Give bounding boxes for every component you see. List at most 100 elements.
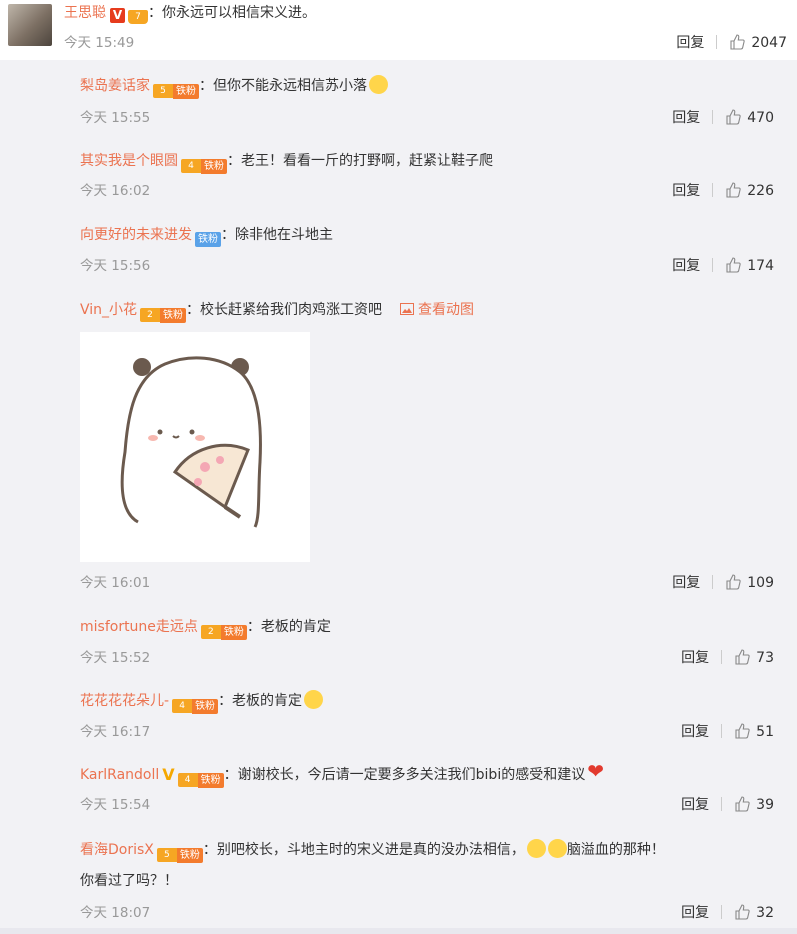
like-button[interactable]: 109 xyxy=(725,574,774,591)
like-button[interactable]: 2047 xyxy=(729,34,787,51)
reply-list: 梨岛姜话家 5 铁粉 ：但你不能永远相信苏小落 今天 15:55 回复 470 其实我是… xyxy=(60,60,797,934)
reply-text: ：别吧校长，斗地主时的宋义进是真的没办法相信， xyxy=(202,842,525,858)
reply-button[interactable]: 回复 xyxy=(681,650,709,666)
divider xyxy=(721,724,723,738)
fan-label: 铁粉 xyxy=(201,158,227,174)
comment-actions: 回复 2047 xyxy=(676,33,787,53)
fan-label: 铁粉 xyxy=(173,83,199,99)
reply-button[interactable]: 回复 xyxy=(681,905,709,921)
crown-icon: 4 xyxy=(181,159,201,173)
reply-text: ：老板的肯定 xyxy=(246,619,331,635)
crown-icon: 2 xyxy=(200,625,221,639)
reply-button[interactable]: 回复 xyxy=(672,258,700,274)
fan-label: 铁粉 xyxy=(192,698,219,714)
divider xyxy=(712,258,714,272)
reply-line: 花花花花朵儿- 4 铁粉 ：老板的肯定 xyxy=(80,690,324,714)
main-comment-line: 王思聪 V 7 ：你永远可以相信宋义进。 xyxy=(64,3,316,24)
fan-badge: 4 铁粉 xyxy=(177,772,224,788)
image-icon xyxy=(400,303,415,315)
like-button[interactable]: 39 xyxy=(734,796,774,813)
thumbs-up-icon xyxy=(735,796,750,812)
bottom-divider xyxy=(0,928,797,934)
thumbs-up-icon xyxy=(726,574,741,590)
like-count: 73 xyxy=(756,650,774,666)
username[interactable]: 看海DorisX xyxy=(80,842,154,858)
divider xyxy=(721,650,723,664)
reply-text: ：老王！看看一斤的打野啊，赶紧让鞋子爬 xyxy=(227,153,493,169)
timestamp: 今天 15:55 xyxy=(80,110,151,126)
username[interactable]: misfortune走远点 xyxy=(80,619,198,635)
gif-image[interactable] xyxy=(80,332,310,562)
timestamp: 今天 16:17 xyxy=(80,724,151,740)
reply-line: misfortune走远点 2 铁粉 ：老板的肯定 xyxy=(80,617,331,640)
reply-text-line2: 你看过了吗？！ xyxy=(80,873,178,889)
fan-badge: 5 铁粉 xyxy=(156,847,203,863)
reply-button[interactable]: 回复 xyxy=(681,797,709,813)
thumbs-up-icon xyxy=(726,257,741,273)
sweat-smile-icon xyxy=(526,839,546,858)
like-count: 174 xyxy=(747,258,774,274)
reply-actions: 回复 226 xyxy=(672,181,774,201)
timestamp: 今天 16:01 xyxy=(80,575,151,591)
avatar[interactable] xyxy=(8,4,52,46)
username[interactable]: KarlRandoll xyxy=(80,767,159,783)
comment-text: ：你永远可以相信宋义进。 xyxy=(148,5,316,21)
crown-icon: 2 xyxy=(140,308,161,322)
reply-actions: 回复 73 xyxy=(681,648,774,668)
username[interactable]: 王思聪 xyxy=(64,5,106,21)
sweat-smile-icon xyxy=(547,839,567,858)
crown-icon: 5 xyxy=(153,84,173,98)
main-comment: 王思聪 V 7 ：你永远可以相信宋义进。 今天 15:49 回复 2047 xyxy=(0,0,797,60)
timestamp: 今天 15:54 xyxy=(80,797,151,813)
username[interactable]: Vin_小花 xyxy=(80,302,137,318)
reply-button[interactable]: 回复 xyxy=(681,724,709,740)
divider xyxy=(712,110,714,124)
fan-badge: 4 铁粉 xyxy=(181,158,227,174)
fan-label: 铁粉 xyxy=(195,232,221,247)
username[interactable]: 梨岛姜话家 xyxy=(80,78,150,94)
reply-button[interactable]: 回复 xyxy=(672,183,700,199)
thumbs-up-icon xyxy=(726,109,741,125)
username[interactable]: 向更好的未来进发 xyxy=(80,227,192,243)
reply-button[interactable]: 回复 xyxy=(672,575,700,591)
reply-line: 看海DorisX 5 铁粉 ：别吧校长，斗地主时的宋义进是真的没办法相信， 脑溢血的那种… xyxy=(80,839,665,863)
reply-text: ：除非他在斗地主 xyxy=(221,227,333,243)
heart-icon xyxy=(587,761,609,783)
reply-actions: 回复 174 xyxy=(672,256,774,276)
fan-badge: 铁粉 xyxy=(195,232,221,247)
reply-line: 梨岛姜话家 5 铁粉 ：但你不能永远相信苏小落 xyxy=(80,75,388,99)
crown-icon: 5 xyxy=(156,848,177,862)
username[interactable]: 花花花花朵儿- xyxy=(80,693,169,709)
username[interactable]: 其实我是个眼圆 xyxy=(80,153,178,169)
like-count: 226 xyxy=(747,183,774,199)
divider xyxy=(716,35,718,49)
thumbs-up-icon xyxy=(735,904,750,920)
reply-text: ：谢谢校长，今后请一定要多多关注我们bibi的感受和建议 xyxy=(223,767,586,783)
crying-face-icon xyxy=(369,75,388,94)
reply-text: ：老板的肯定 xyxy=(218,693,303,709)
like-button[interactable]: 32 xyxy=(734,904,774,921)
like-button[interactable]: 226 xyxy=(725,182,774,199)
fan-badge: 4 铁粉 xyxy=(172,698,219,714)
like-count: 470 xyxy=(747,110,774,126)
like-button[interactable]: 51 xyxy=(734,723,774,740)
reply-actions: 回复 39 xyxy=(681,795,774,815)
timestamp: 今天 15:52 xyxy=(80,650,151,666)
reply-button[interactable]: 回复 xyxy=(676,35,704,51)
timestamp: 今天 16:02 xyxy=(80,183,151,199)
reply-text: ：校长赶紧给我们肉鸡涨工资吧 xyxy=(186,302,383,318)
like-button[interactable]: 470 xyxy=(725,109,774,126)
fan-label: 铁粉 xyxy=(176,847,203,863)
like-button[interactable]: 73 xyxy=(734,649,774,666)
fan-badge: 2 铁粉 xyxy=(200,624,247,640)
view-gif-link[interactable]: 查看动图 xyxy=(400,302,474,318)
like-button[interactable]: 174 xyxy=(725,257,774,274)
divider xyxy=(712,183,714,197)
reply-text-continued: 脑溢血的那种！ xyxy=(566,842,665,858)
reply-actions: 回复 51 xyxy=(681,722,774,742)
divider xyxy=(712,575,714,589)
reply-line: KarlRandoll V 4 铁粉 ：谢谢校长，今后请一定要多多关注我们bibi的感受… xyxy=(80,761,609,788)
timestamp: 今天 15:49 xyxy=(64,35,135,51)
reply-button[interactable]: 回复 xyxy=(672,110,700,126)
crown-icon: 4 xyxy=(177,773,198,787)
